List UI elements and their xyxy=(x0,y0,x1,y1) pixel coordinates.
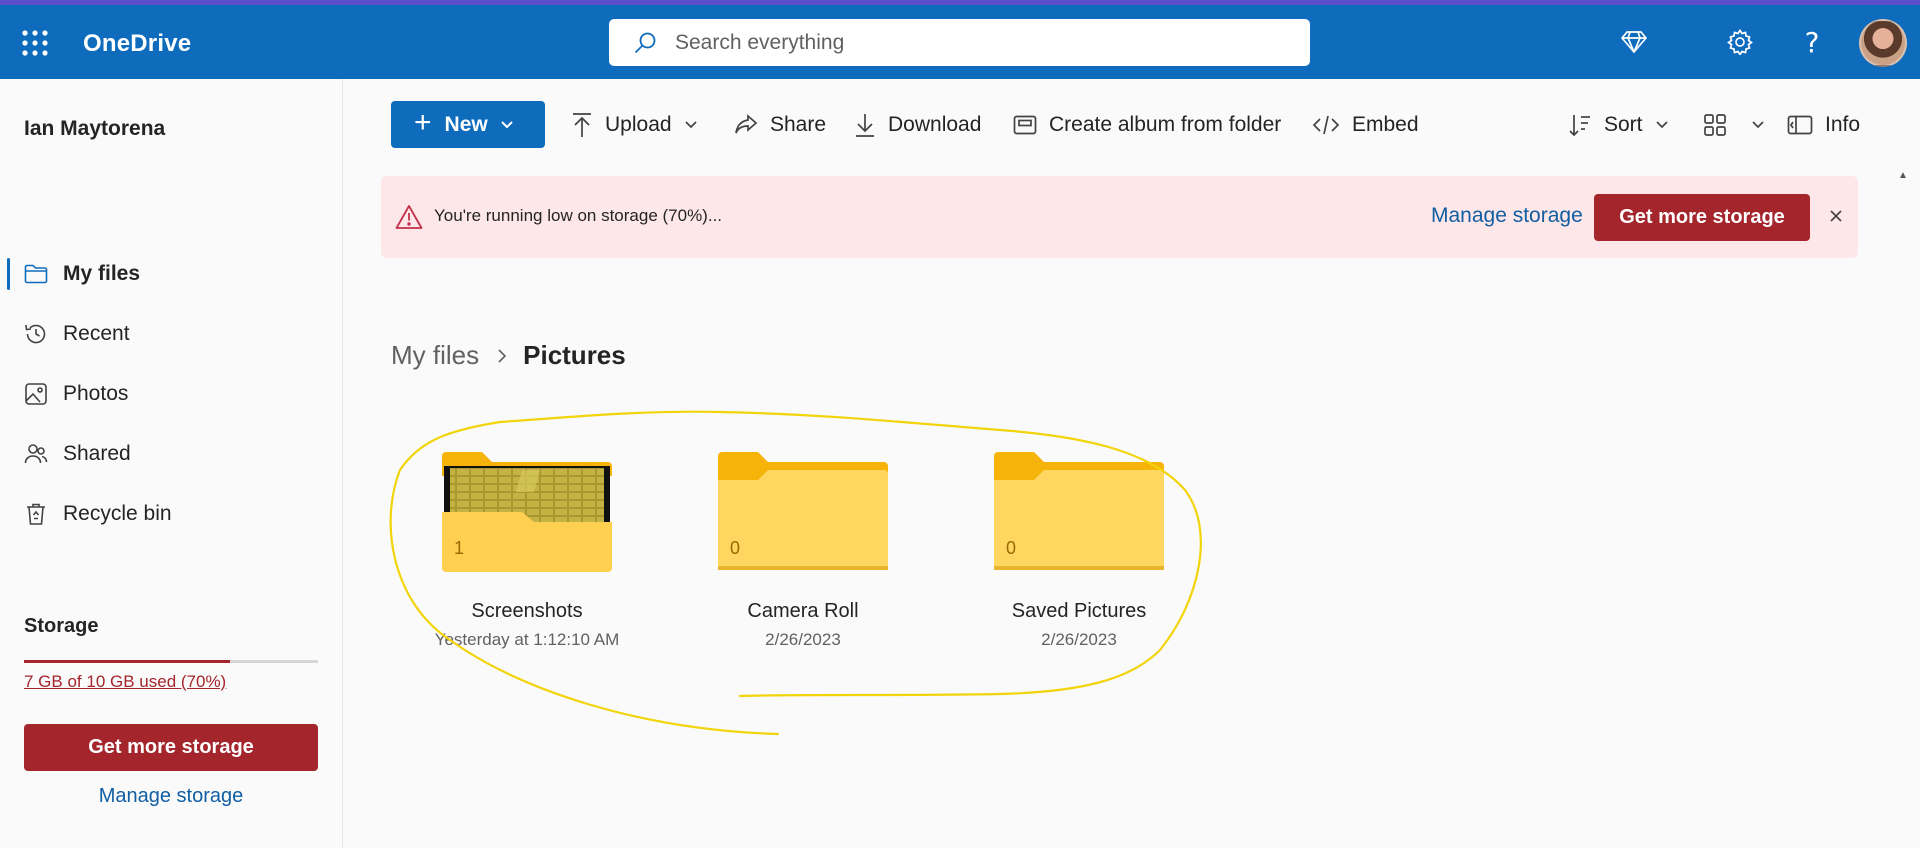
close-icon[interactable] xyxy=(1824,204,1848,228)
folder-item-count: 1 xyxy=(454,538,465,558)
download-label: Download xyxy=(888,113,982,136)
sidebar-item-label: My files xyxy=(63,262,141,285)
plus-icon: + xyxy=(414,106,432,139)
sidebar-item-label: Shared xyxy=(63,442,131,465)
sidebar-item-my-files[interactable]: My files xyxy=(0,252,342,296)
help-icon[interactable]: ? xyxy=(1797,26,1827,59)
page-title: Pictures xyxy=(523,340,626,370)
album-icon xyxy=(1013,115,1037,135)
sidebar-item-label: Recent xyxy=(63,322,130,345)
command-bar: + New Upload Share Download Create album… xyxy=(343,79,1920,168)
recycle-bin-icon xyxy=(27,503,45,525)
share-button[interactable]: Share xyxy=(734,109,826,141)
app-title[interactable]: OneDrive xyxy=(83,30,191,58)
folder-name[interactable]: Camera Roll xyxy=(668,600,938,623)
sidebar-item-shared[interactable]: Shared xyxy=(0,432,342,476)
premium-diamond-icon[interactable] xyxy=(1619,27,1649,57)
scrollbar-up-arrow[interactable]: ▲ xyxy=(1898,170,1908,181)
folder-modified-date: Yesterday at 1:12:10 AM xyxy=(434,630,620,649)
folder-tile-saved-pictures[interactable]: 0 Saved Pictures 2/26/2023 xyxy=(944,448,1184,658)
search-icon xyxy=(634,32,656,53)
folder-name[interactable]: Screenshots xyxy=(392,600,662,623)
left-sidebar: Ian Maytorena My files Recent Photos Sha… xyxy=(0,79,343,848)
info-button[interactable]: Info xyxy=(1787,109,1860,141)
share-icon xyxy=(735,114,758,134)
create-album-button[interactable]: Create album from folder xyxy=(1013,109,1281,141)
sort-icon xyxy=(1569,115,1590,137)
create-album-label: Create album from folder xyxy=(1049,113,1282,136)
folder-tile-camera-roll[interactable]: 0 Camera Roll 2/26/2023 xyxy=(668,448,908,658)
banner-message: You're running low on storage (70%)... xyxy=(434,206,723,225)
storage-usage-bar xyxy=(24,660,318,663)
code-icon xyxy=(1312,115,1340,135)
breadcrumb: My files Pictures xyxy=(391,340,626,371)
image-icon xyxy=(25,383,47,405)
share-label: Share xyxy=(770,113,827,136)
sidebar-item-recycle-bin[interactable]: Recycle bin xyxy=(0,492,342,536)
sidebar-item-photos[interactable]: Photos xyxy=(0,372,342,416)
chevron-down-icon xyxy=(1655,121,1668,129)
upload-icon xyxy=(573,113,591,137)
view-options-button[interactable] xyxy=(1703,109,1765,141)
storage-used-link[interactable]: 7 GB of 10 GB used (70%) xyxy=(24,672,226,692)
user-name: Ian Maytorena xyxy=(24,117,166,140)
banner-get-more-storage-button[interactable]: Get more storage xyxy=(1594,194,1810,241)
upload-button[interactable]: Upload xyxy=(571,109,698,141)
people-icon xyxy=(24,444,48,464)
folder-icon xyxy=(718,452,888,570)
folder-icon xyxy=(994,452,1164,570)
sort-button[interactable]: Sort xyxy=(1568,109,1669,141)
breadcrumb-my-files[interactable]: My files xyxy=(391,340,479,371)
low-storage-banner: You're running low on storage (70%)... M… xyxy=(381,176,1858,258)
chevron-down-icon xyxy=(1752,121,1764,129)
embed-button[interactable]: Embed xyxy=(1312,109,1419,141)
info-pane-icon xyxy=(1787,115,1813,135)
download-icon xyxy=(856,114,874,137)
sidebar-item-label: Recycle bin xyxy=(63,502,172,525)
settings-gear-icon[interactable] xyxy=(1725,27,1755,57)
info-label: Info xyxy=(1825,113,1861,136)
upload-label: Upload xyxy=(605,113,672,136)
chevron-right-icon xyxy=(498,348,507,363)
folder-modified-date: 2/26/2023 xyxy=(1041,630,1117,649)
sidebar-item-recent[interactable]: Recent xyxy=(0,312,342,356)
download-button[interactable]: Download xyxy=(854,109,981,141)
folder-item-count: 0 xyxy=(730,538,741,558)
folder-modified-date: 2/26/2023 xyxy=(765,630,841,649)
history-icon xyxy=(25,324,46,344)
search-box[interactable] xyxy=(609,19,1310,66)
avatar[interactable] xyxy=(1859,19,1907,67)
new-button[interactable]: + New xyxy=(391,101,545,148)
new-button-label: New xyxy=(444,112,488,136)
embed-label: Embed xyxy=(1352,113,1419,136)
chevron-down-icon xyxy=(501,120,513,128)
search-input[interactable] xyxy=(673,29,1277,56)
folder-name[interactable]: Saved Pictures xyxy=(944,600,1214,623)
banner-manage-storage-link[interactable]: Manage storage xyxy=(1431,204,1583,228)
app-header: OneDrive ? xyxy=(0,5,1920,79)
grid-view-icon xyxy=(1704,114,1726,136)
storage-usage-fill xyxy=(24,660,230,663)
app-launcher-icon[interactable] xyxy=(22,30,48,56)
folder-icon xyxy=(24,264,48,284)
warning-icon xyxy=(395,205,423,229)
sidebar-item-label: Photos xyxy=(63,382,129,405)
folder-tile-screenshots[interactable]: 1 Screenshots Yesterday at 1:12:10 AM xyxy=(392,448,632,658)
folder-item-count: 0 xyxy=(1006,538,1017,558)
sort-label: Sort xyxy=(1604,113,1643,136)
manage-storage-link[interactable]: Manage storage xyxy=(0,785,342,808)
storage-title: Storage xyxy=(24,615,99,637)
folder-thumbnail-icon xyxy=(442,452,612,572)
get-more-storage-button[interactable]: Get more storage xyxy=(24,724,318,771)
chevron-down-icon xyxy=(684,121,697,129)
